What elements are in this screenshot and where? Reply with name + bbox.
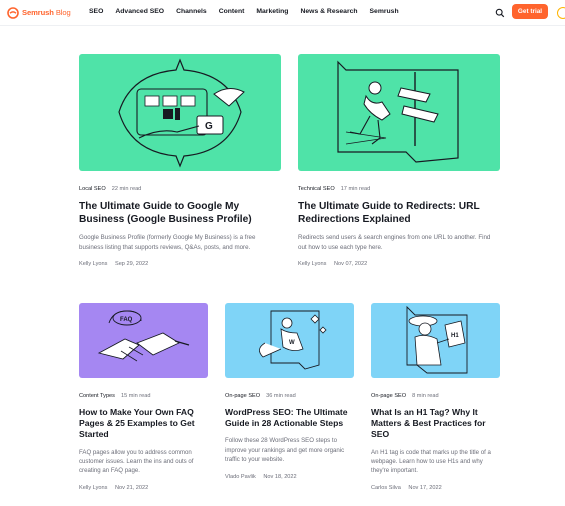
article-card-faq-pages[interactable]: FAQ Content Types 15 min read How to Mak… <box>79 303 208 491</box>
nav-item-marketing[interactable]: Marketing <box>256 8 288 15</box>
article-thumbnail[interactable]: G <box>79 54 281 171</box>
logo-suffix: Blog <box>55 8 71 17</box>
article-description: An H1 tag is code that marks up the titl… <box>371 448 491 475</box>
read-time: 36 min read <box>266 393 296 399</box>
svg-text:G: G <box>205 121 213 132</box>
article-date: Sep 29, 2022 <box>114 261 149 268</box>
article-card-h1-tag[interactable]: H1 On-page SEO 8 min read What Is an H1 … <box>371 303 500 491</box>
main-nav: SEO Advanced SEO Channels Content Market… <box>89 8 411 15</box>
article-category[interactable]: Local SEO <box>79 186 106 192</box>
article-author[interactable]: Kelly Lyons <box>79 485 107 491</box>
svg-text:FAQ: FAQ <box>120 317 133 323</box>
nav-item-advanced-seo[interactable]: Advanced SEO <box>115 8 164 15</box>
article-title[interactable]: How to Make Your Own FAQ Pages & 25 Exam… <box>79 407 208 441</box>
article-category[interactable]: Technical SEO <box>298 186 335 192</box>
search-icon[interactable] <box>495 8 505 18</box>
wordpress-hero-illustration: W <box>259 310 327 370</box>
signpost-illustration <box>337 60 459 163</box>
article-author[interactable]: Kelly Lyons <box>79 261 107 267</box>
read-time: 15 min read <box>120 393 151 399</box>
article-card-redirects[interactable]: Technical SEO 17 min read The Ultimate G… <box>298 54 500 267</box>
article-thumbnail[interactable]: H1 <box>371 303 500 378</box>
article-title[interactable]: The Ultimate Guide to Redirects: URL Red… <box>298 200 500 226</box>
h1-person-illustration: H1 <box>406 305 468 374</box>
article-thumbnail[interactable] <box>298 54 500 171</box>
site-header: Semrush Blog SEO Advanced SEO Channels C… <box>0 0 565 26</box>
get-trial-button[interactable]: Get trial <box>512 4 548 19</box>
article-card-google-my-business[interactable]: G Local SEO 22 min read The Ultimate Gui… <box>79 54 281 267</box>
handshake-faq-illustration: FAQ <box>97 310 190 362</box>
article-description: Google Business Profile (formerly Google… <box>79 234 256 251</box>
article-description: Follow these 28 WordPress SEO steps to i… <box>225 437 345 464</box>
article-category[interactable]: On-page SEO <box>371 393 406 399</box>
article-author[interactable]: Kelly Lyons <box>298 261 326 267</box>
article-thumbnail[interactable]: W <box>225 303 354 378</box>
article-thumbnail[interactable]: FAQ <box>79 303 208 378</box>
article-date: Nov 17, 2022 <box>408 484 442 491</box>
logo-brand: Semrush <box>22 8 54 17</box>
nav-item-seo[interactable]: SEO <box>89 8 103 15</box>
article-author[interactable]: Vlado Pavlik <box>225 474 256 480</box>
article-title[interactable]: WordPress SEO: The Ultimate Guide in 28 … <box>225 407 354 429</box>
nav-item-semrush[interactable]: Semrush <box>370 8 399 15</box>
read-time: 8 min read <box>412 393 439 399</box>
semrush-blog-logo[interactable]: Semrush Blog <box>7 6 71 19</box>
article-title[interactable]: The Ultimate Guide to Google My Business… <box>79 200 281 226</box>
read-time: 17 min read <box>340 186 371 192</box>
user-menu-icon[interactable] <box>557 7 565 19</box>
svg-text:H1: H1 <box>451 333 459 339</box>
semrush-logo-icon <box>7 6 19 19</box>
article-category[interactable]: On-page SEO <box>225 393 260 399</box>
article-category[interactable]: Content Types <box>79 393 115 399</box>
article-title[interactable]: What Is an H1 Tag? Why It Matters & Best… <box>371 407 500 441</box>
article-date: Nov 18, 2022 <box>263 473 297 480</box>
article-card-wordpress-seo[interactable]: W On-page SEO 36 min read WordPress SEO:… <box>225 303 354 480</box>
nav-item-channels[interactable]: Channels <box>176 8 207 15</box>
nav-item-content[interactable]: Content <box>219 8 245 15</box>
svg-text:W: W <box>289 340 295 346</box>
read-time: 22 min read <box>111 186 142 192</box>
google-business-illustration: G <box>118 58 245 168</box>
article-description: FAQ pages allow you to address common cu… <box>79 448 194 475</box>
article-date: Nov 07, 2022 <box>333 261 368 268</box>
article-date: Nov 21, 2022 <box>114 484 149 491</box>
article-description: Redirects send users & search engines fr… <box>298 234 491 251</box>
article-author[interactable]: Carlos Silva <box>371 485 401 491</box>
nav-item-news-research[interactable]: News & Research <box>300 8 357 15</box>
